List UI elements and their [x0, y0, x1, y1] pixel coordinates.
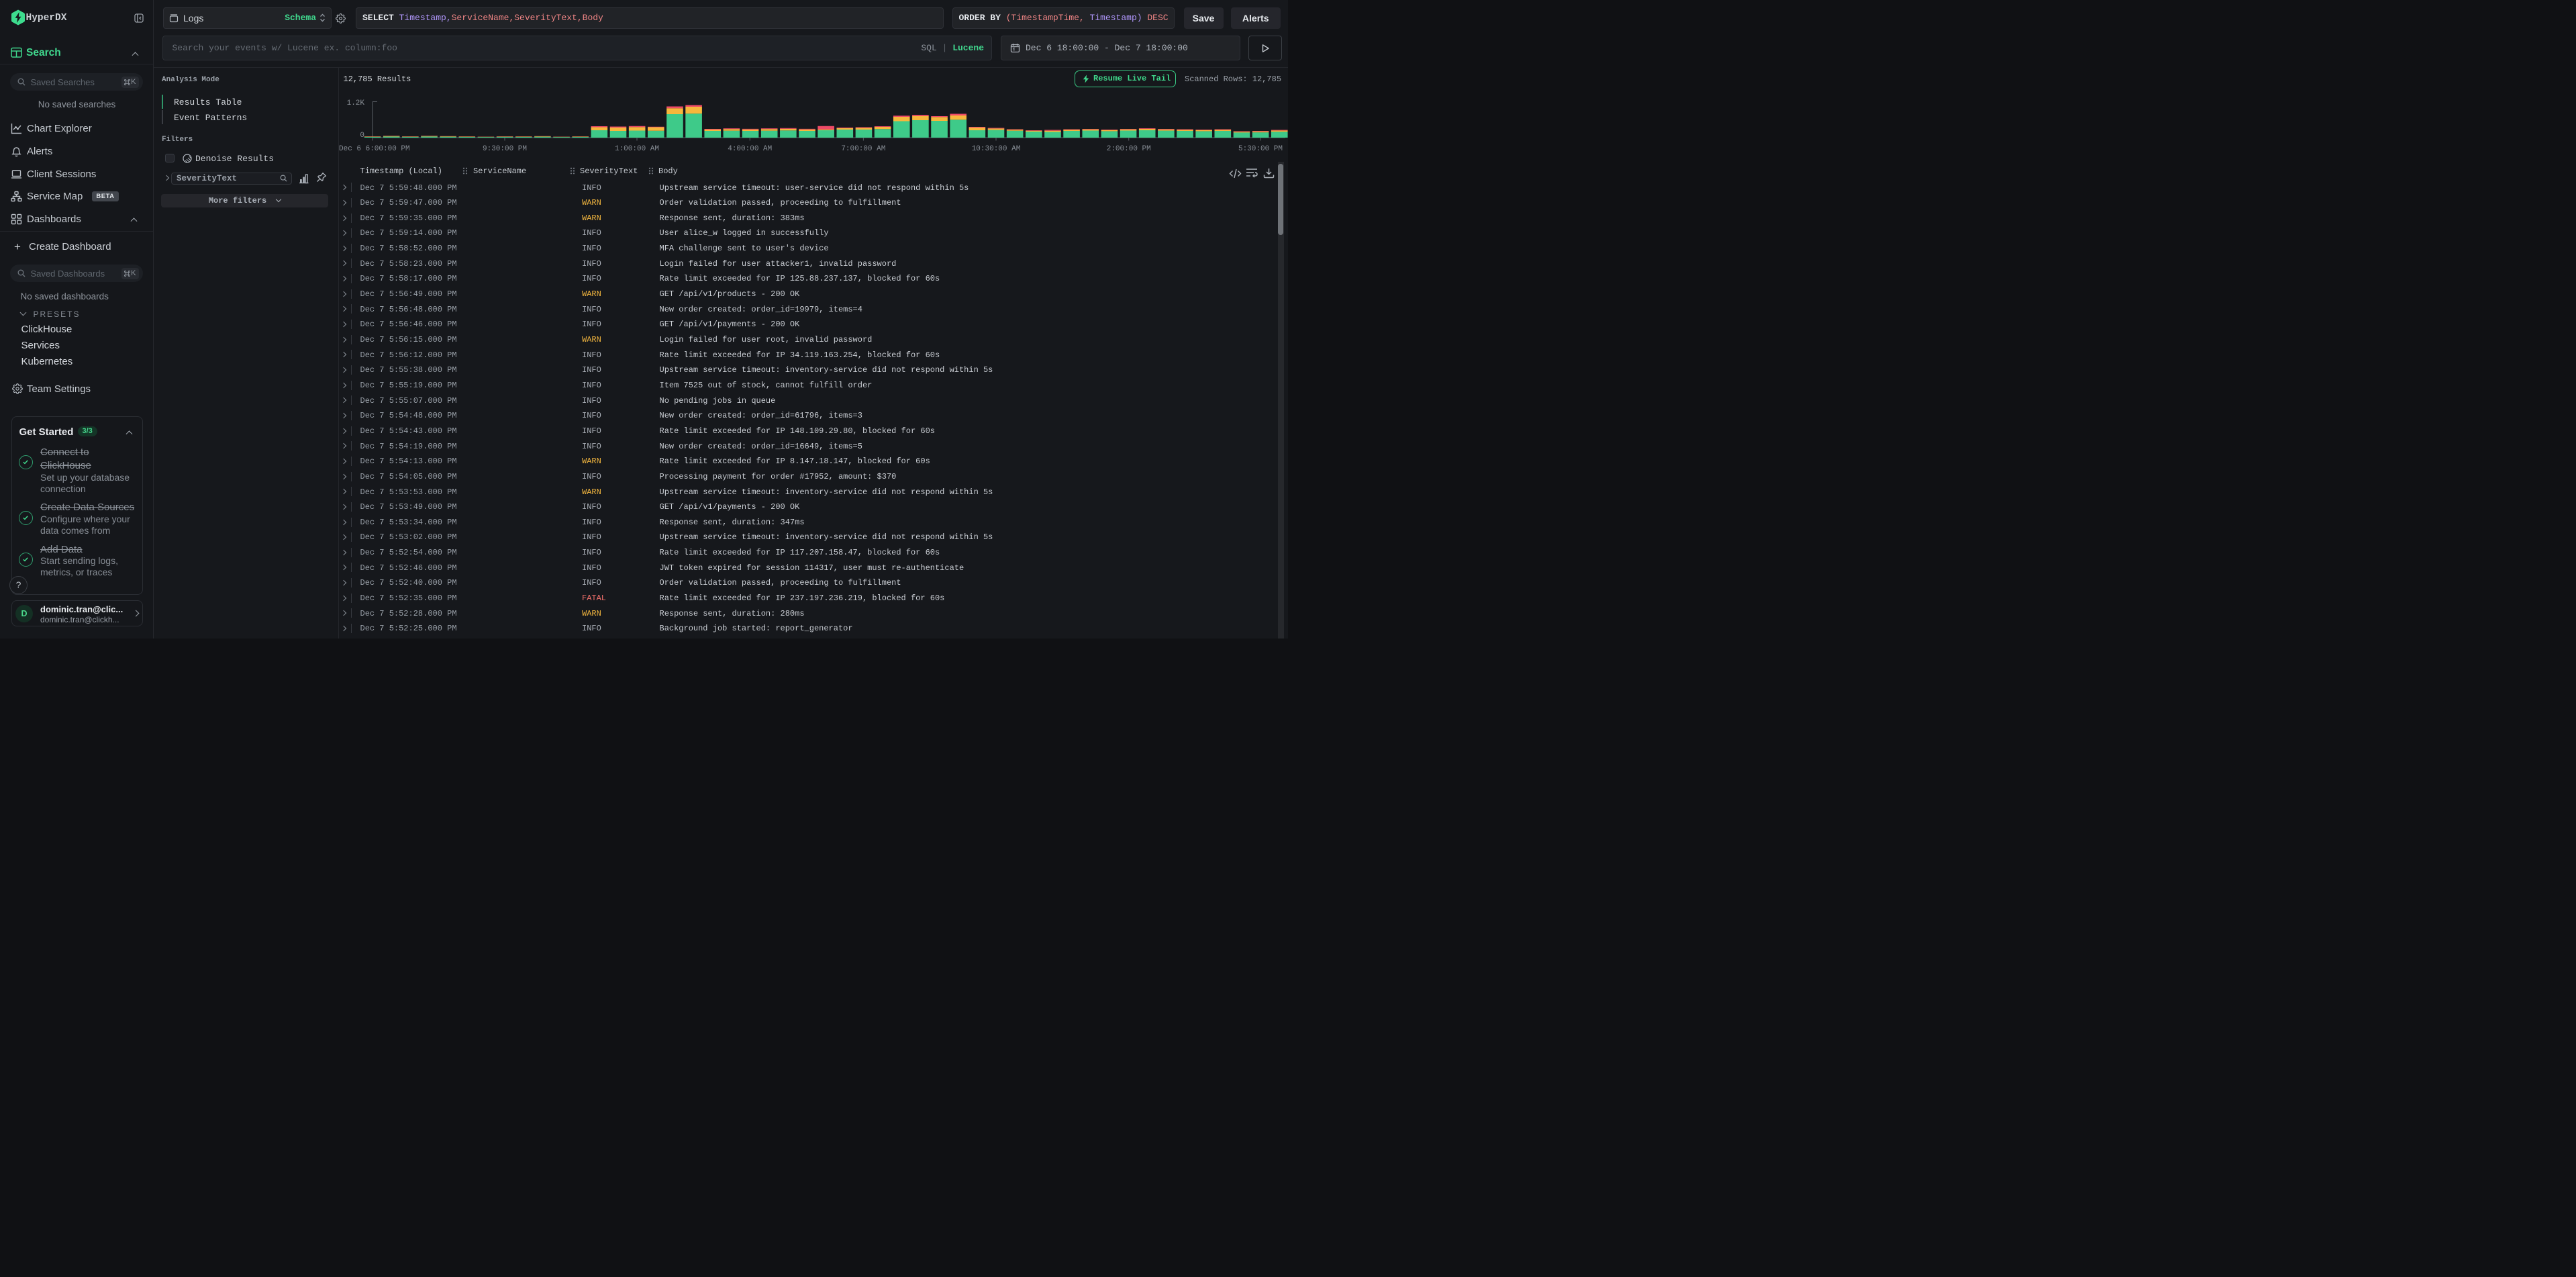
svg-text:1:00:00 AM: 1:00:00 AM: [615, 145, 659, 153]
svg-text:10:30:00 AM: 10:30:00 AM: [972, 145, 1021, 153]
svg-text:Dec 6 6:00:00 PM: Dec 6 6:00:00 PM: [339, 145, 410, 153]
svg-text:5:30:00 PM: 5:30:00 PM: [1238, 145, 1283, 153]
svg-text:0: 0: [360, 132, 364, 140]
svg-text:2:00:00 PM: 2:00:00 PM: [1107, 145, 1151, 153]
svg-text:1.2K: 1.2K: [347, 99, 365, 107]
svg-text:7:00:00 AM: 7:00:00 AM: [841, 145, 885, 153]
svg-text:4:00:00 AM: 4:00:00 AM: [728, 145, 772, 153]
svg-text:9:30:00 PM: 9:30:00 PM: [483, 145, 527, 153]
